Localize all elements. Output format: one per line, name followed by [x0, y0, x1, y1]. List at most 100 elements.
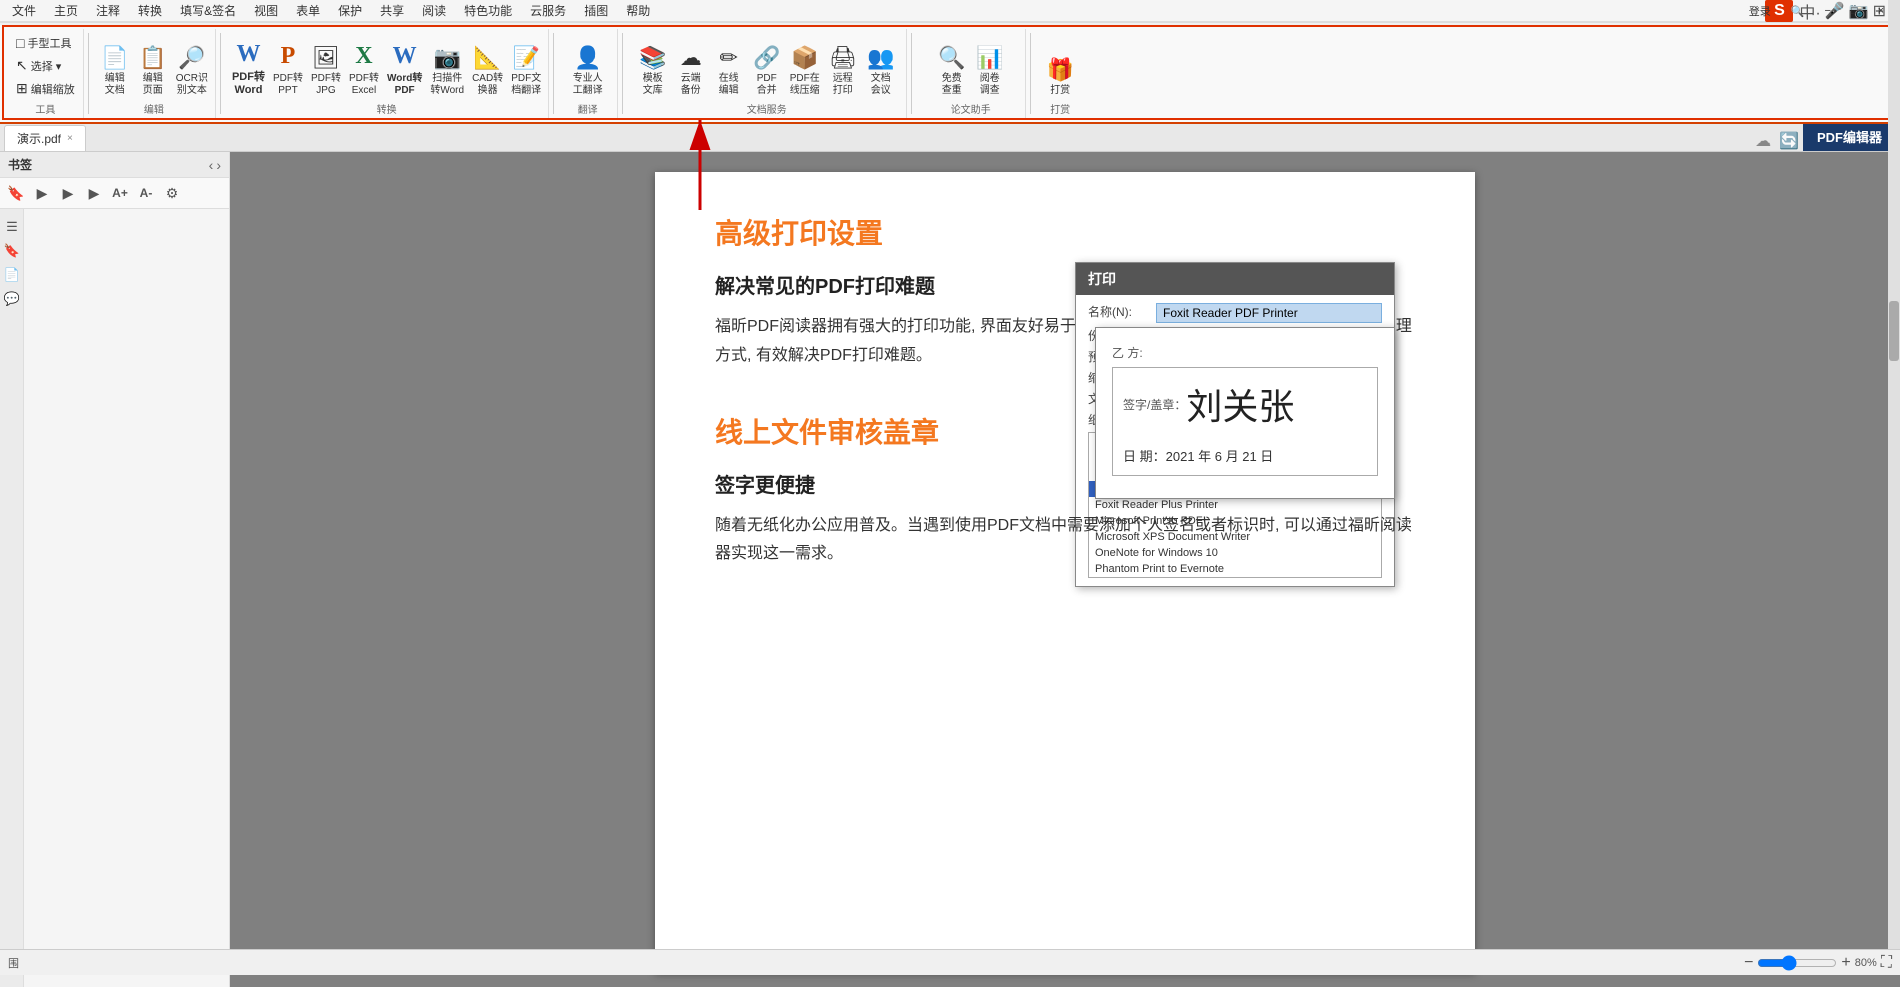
login-btn[interactable]: 登录 — [1741, 2, 1779, 20]
menu-special[interactable]: 特色功能 — [456, 0, 520, 21]
reading-survey-btn[interactable]: 📊 阅卷调查 — [972, 43, 1008, 99]
zoom-slider[interactable] — [1757, 955, 1837, 971]
sidebar-title-bar: 书签 ‹ › — [0, 152, 229, 178]
sidebar-next-btn[interactable]: › — [216, 157, 221, 173]
cloud-tab-icon[interactable]: ☁ — [1751, 131, 1775, 151]
pdf-translate-btn[interactable]: 📝 PDF文档翻译 — [508, 43, 544, 99]
sidebar-prev-btn[interactable]: ‹ — [209, 157, 214, 173]
reward-btn[interactable]: 🎁 打赏 — [1042, 55, 1078, 99]
edit-group-label: 编辑 — [144, 101, 164, 116]
menu-protect[interactable]: 保护 — [330, 0, 370, 21]
tab-bar: 演示.pdf × ☁ 🔄 PDF编辑器 — [0, 124, 1900, 152]
menu-annotation[interactable]: 注释 — [88, 0, 128, 21]
doc-service-group: 📚 模板文库 ☁ 云端备份 ✏ 在线编辑 🔗 PDF合并 📦 PDF在 — [627, 29, 907, 118]
menu-share[interactable]: 共享 — [372, 0, 412, 21]
pro-translate-btn[interactable]: 👤 专业人工翻译 — [570, 43, 606, 99]
pdf-tab[interactable]: 演示.pdf × — [4, 125, 86, 151]
toolbar-area: □ 手型工具 ↖ 选择 ▾ ⊞ 编辑缩放 工具 📄 编辑文档 — [0, 25, 1900, 124]
fullscreen-icon[interactable]: ⛶ — [1881, 954, 1892, 972]
pdf-compress-btn[interactable]: 📦 PDF在线压缩 — [787, 43, 823, 99]
print-dialog-title: 打印 — [1076, 263, 1394, 295]
search-btn[interactable]: 🔍 — [1783, 4, 1813, 19]
sidebar-expand3-icon[interactable]: ▶ — [82, 181, 106, 205]
cloud-backup-btn[interactable]: ☁ 云端备份 — [673, 43, 709, 99]
sidebar-text-up-icon[interactable]: A+ — [108, 181, 132, 205]
left-sidebar: 书签 ‹ › 🔖 ▶ ▶ ▶ A+ A- ⚙ ☰ 🔖 📄 💬 — [0, 152, 230, 987]
page-icon: 围 — [8, 955, 19, 971]
edit-doc-btn[interactable]: 📄 编辑文档 — [97, 43, 133, 99]
pdf-section-signature: 线上文件审核盖章 签字更便捷 随着无纸化办公应用普及。当遇到使用PDF文档中需要… — [715, 411, 1415, 570]
print-name-value[interactable]: Foxit Reader PDF Printer — [1156, 303, 1382, 323]
divider-1 — [88, 33, 89, 114]
maximize-btn[interactable]: □ — [1843, 4, 1866, 18]
hand-tool-btn[interactable]: □ 手型工具 — [12, 33, 79, 53]
sidebar-icon-pages[interactable]: 📄 — [2, 265, 22, 285]
menu-form[interactable]: 表单 — [288, 0, 328, 21]
vertical-scrollbar[interactable] — [1888, 152, 1900, 975]
menu-diagram[interactable]: 插图 — [576, 0, 616, 21]
cad-converter-btn[interactable]: 📐 CAD转换器 — [469, 43, 506, 99]
reward-group-label: 打赏 — [1050, 101, 1070, 116]
sidebar-text-down-icon[interactable]: A- — [134, 181, 158, 205]
minimize-btn[interactable]: − — [1816, 4, 1838, 18]
sig-box: 签字/盖章： 刘关张 日 期： 2021 年 6 月 21 日 — [1112, 367, 1378, 476]
pdf-to-word-btn[interactable]: W PDF转Word — [229, 38, 268, 99]
menu-sign[interactable]: 填写&签名 — [172, 0, 244, 21]
zoom-minus-btn[interactable]: − — [1744, 954, 1753, 972]
free-check-btn[interactable]: 🔍 免费查重 — [934, 43, 970, 99]
sidebar-bookmark-icon[interactable]: 🔖 — [4, 181, 28, 205]
print-name-row: 名称(N): Foxit Reader PDF Printer — [1088, 303, 1382, 323]
convert-group: W PDF转Word P PDF转PPT 🖼 PDF转JPG X PDF转Exc… — [225, 29, 549, 118]
sig-date-value: 2021 年 6 月 21 日 — [1166, 446, 1274, 465]
edit-page-btn[interactable]: 📋 编辑页面 — [135, 43, 171, 99]
sidebar-expand2-icon[interactable]: ▶ — [56, 181, 80, 205]
menu-read[interactable]: 阅读 — [414, 0, 454, 21]
sidebar-options-icon[interactable]: ⚙ — [160, 181, 184, 205]
sidebar-expand-icon[interactable]: ▶ — [30, 181, 54, 205]
menu-file[interactable]: 文件 — [4, 0, 44, 21]
print-name-label: 名称(N): — [1088, 303, 1148, 320]
pdf-merge-btn[interactable]: 🔗 PDF合并 — [749, 43, 785, 99]
select-tool-btn[interactable]: ↖ 选择 ▾ — [12, 55, 79, 76]
convert-group-label: 转换 — [377, 101, 397, 116]
status-bar: 围 − + 80% ⛶ — [0, 949, 1900, 975]
zoom-value: 80% — [1855, 957, 1877, 969]
tool-group-label: 工具 — [35, 101, 55, 116]
scrollbar-thumb[interactable] — [1889, 301, 1899, 361]
menu-cloud[interactable]: 云服务 — [522, 0, 574, 21]
online-edit-btn[interactable]: ✏ 在线编辑 — [711, 43, 747, 99]
sidebar-content: ☰ 🔖 📄 💬 — [0, 209, 229, 987]
sig-name-row: 签字/盖章： 刘关张 — [1123, 378, 1367, 438]
ocr-btn[interactable]: 🔎 OCR识别文本 — [173, 43, 211, 99]
pdf-to-excel-btn[interactable]: X PDF转Excel — [346, 40, 382, 99]
menu-help[interactable]: 帮助 — [618, 0, 658, 21]
sidebar-controls: ‹ › — [209, 157, 221, 173]
zoom-tool-btn[interactable]: ⊞ 编辑缩放 — [12, 78, 79, 99]
menu-home[interactable]: 主页 — [46, 0, 86, 21]
sidebar-icon-layers[interactable]: ☰ — [2, 217, 22, 237]
sidebar-left-icons: ☰ 🔖 📄 💬 — [0, 209, 24, 987]
sync-tab-icon[interactable]: 🔄 — [1775, 131, 1803, 151]
menu-view[interactable]: 视图 — [246, 0, 286, 21]
divider-3 — [553, 33, 554, 114]
scan-to-word-btn[interactable]: 📷 扫描件转Word — [427, 43, 467, 99]
word-to-pdf-btn[interactable]: W Word转PDF — [384, 40, 425, 99]
meeting-btn[interactable]: 👥 文档会议 — [863, 43, 899, 99]
sidebar-icon-comments[interactable]: 💬 — [2, 289, 22, 309]
divider-2 — [220, 33, 221, 114]
edit-buttons: 📄 编辑文档 📋 编辑页面 🔎 OCR识别文本 — [97, 31, 211, 99]
sidebar-icon-bookmarks[interactable]: 🔖 — [2, 241, 22, 261]
menu-convert[interactable]: 转换 — [130, 0, 170, 21]
zoom-plus-btn[interactable]: + — [1841, 954, 1850, 972]
wenlu-group-label: 论文助手 — [951, 101, 991, 116]
ribbon: □ 手型工具 ↖ 选择 ▾ ⊞ 编辑缩放 工具 📄 编辑文档 — [2, 25, 1898, 120]
pdf-to-jpg-btn[interactable]: 🖼 PDF转JPG — [308, 43, 344, 99]
main-layout: 书签 ‹ › 🔖 ▶ ▶ ▶ A+ A- ⚙ ☰ 🔖 📄 💬 — [0, 152, 1900, 987]
template-btn[interactable]: 📚 模板文库 — [635, 43, 671, 99]
pdf-editor-tab[interactable]: PDF编辑器 — [1803, 122, 1896, 151]
sidebar-toolbar: 🔖 ▶ ▶ ▶ A+ A- ⚙ — [0, 178, 229, 209]
pdf-tab-close[interactable]: × — [67, 133, 73, 144]
divider-4 — [622, 33, 623, 114]
pdf-to-ppt-btn[interactable]: P PDF转PPT — [270, 40, 306, 99]
remote-print-btn[interactable]: 🖨 远程打印 — [825, 43, 861, 99]
